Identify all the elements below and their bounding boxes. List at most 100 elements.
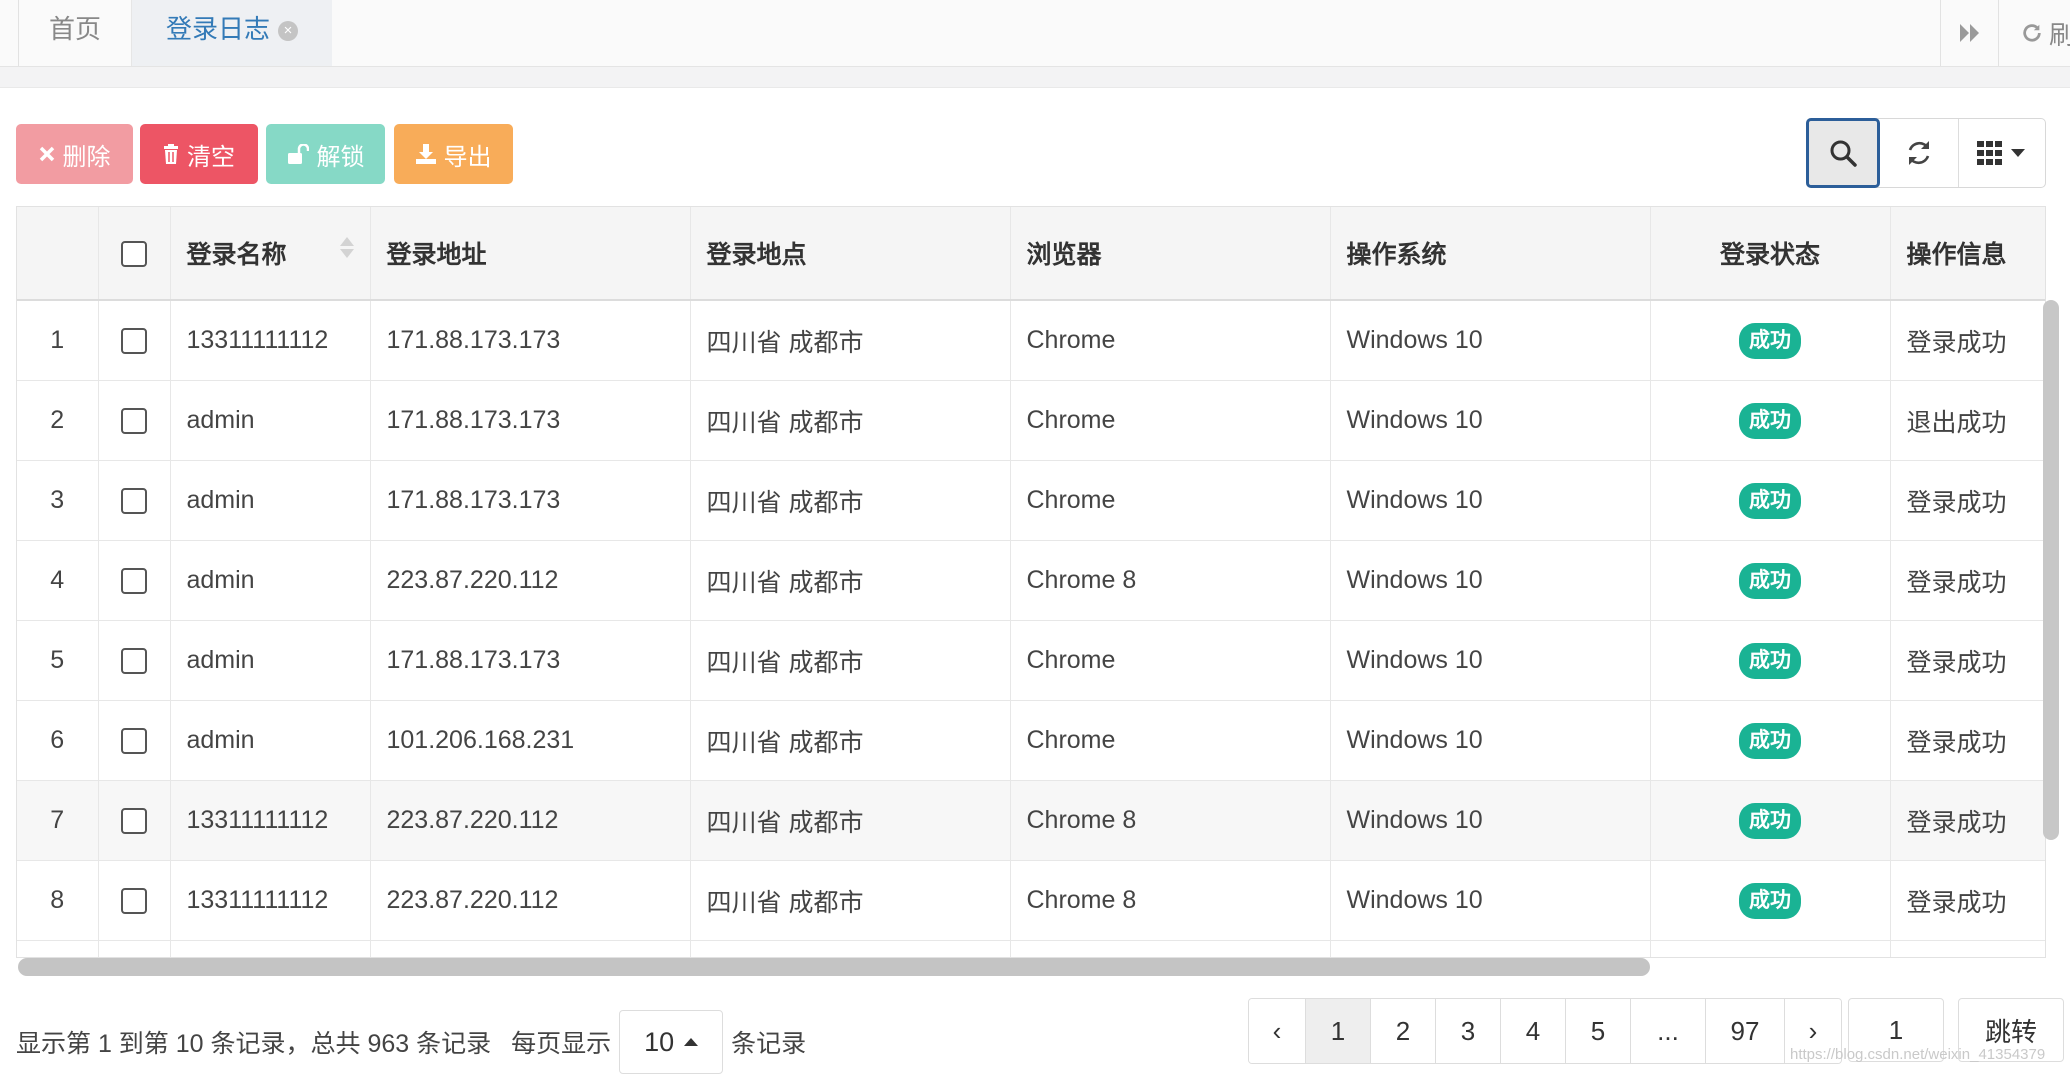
records-summary: 显示第 1 到第 10 条记录，总共 963 条记录 bbox=[16, 1030, 492, 1058]
status-header: 登录状态 bbox=[1650, 207, 1891, 301]
browser-cell: Chrome bbox=[1010, 460, 1331, 541]
tab-login-log[interactable]: 登录日志 × bbox=[132, 0, 332, 66]
location-header: 登录地点 bbox=[690, 207, 1011, 301]
prev-page-button[interactable]: ‹ bbox=[1249, 999, 1306, 1063]
search-toggle-button[interactable] bbox=[1806, 118, 1880, 188]
message-cell: 登录成功 bbox=[1890, 780, 2045, 861]
row-checkbox[interactable] bbox=[121, 808, 147, 835]
status-badge: 成功 bbox=[1739, 482, 1801, 519]
download-icon bbox=[415, 144, 436, 164]
horizontal-scrollbar[interactable] bbox=[18, 958, 1650, 976]
login-name-cell: 13311111112 bbox=[170, 860, 371, 941]
message-cell: 登录成功 bbox=[1890, 860, 2045, 941]
row-checkbox[interactable] bbox=[121, 648, 147, 675]
os-header: 操作系统 bbox=[1330, 207, 1651, 301]
status-cell: 成功 bbox=[1650, 540, 1891, 621]
status-badge: 成功 bbox=[1739, 722, 1801, 759]
message-header: 操作信息 bbox=[1890, 207, 2045, 301]
row-index: 8 bbox=[17, 860, 99, 941]
location-cell: 四川省 成都市 bbox=[690, 460, 1011, 541]
browser-cell: Chrome 8 bbox=[1010, 540, 1331, 621]
row-index: 3 bbox=[17, 460, 99, 541]
browser-cell: Chrome 8 bbox=[1010, 780, 1331, 861]
login-name-cell: admin bbox=[170, 700, 371, 781]
browser-cell: Chrome bbox=[1010, 620, 1331, 701]
tab-home[interactable]: 首页 bbox=[19, 0, 132, 66]
page-1-button[interactable]: 1 bbox=[1306, 999, 1371, 1063]
select-all-checkbox[interactable] bbox=[121, 240, 147, 267]
row-checkbox[interactable] bbox=[121, 408, 147, 435]
unlock-button[interactable]: 解锁 bbox=[266, 124, 385, 184]
login-log-table-container: 登录名称 登录地址 登录地点 浏览器 操作系统 登录状态 操作信息 1 1331… bbox=[16, 206, 2046, 958]
os-cell: Windows 10 bbox=[1330, 860, 1651, 941]
refresh-table-button[interactable] bbox=[1880, 119, 1959, 187]
status-badge: 成功 bbox=[1739, 882, 1801, 919]
row-index: 4 bbox=[17, 540, 99, 621]
delete-button[interactable]: 删除 bbox=[16, 124, 133, 184]
status-badge: 成功 bbox=[1739, 562, 1801, 599]
login-name-header[interactable]: 登录名称 bbox=[170, 207, 371, 301]
unlock-icon bbox=[287, 144, 309, 164]
os-cell: Windows 10 bbox=[1330, 300, 1651, 381]
login-name-cell: admin bbox=[170, 380, 371, 461]
page-2-button[interactable]: 2 bbox=[1371, 999, 1436, 1063]
location-cell: 四川省 成都市 bbox=[690, 540, 1011, 621]
row-checkbox[interactable] bbox=[121, 328, 147, 355]
table-row[interactable]: 7 13311111112 223.87.220.112 四川省 成都市 Chr… bbox=[17, 780, 2045, 861]
per-page-label: 每页显示 bbox=[511, 1030, 612, 1058]
tab-scroll-forward-button[interactable] bbox=[1940, 0, 1999, 66]
login-log-table: 登录名称 登录地址 登录地点 浏览器 操作系统 登录状态 操作信息 1 1331… bbox=[17, 207, 2045, 957]
row-select-cell bbox=[98, 620, 171, 701]
tab-bar: 首页 登录日志 × 刷 bbox=[0, 0, 2070, 67]
page-5-button[interactable]: 5 bbox=[1566, 999, 1631, 1063]
table-row[interactable]: 8 13311111112 223.87.220.112 四川省 成都市 Chr… bbox=[17, 860, 2045, 941]
os-cell: Windows 10 bbox=[1330, 380, 1651, 461]
row-select-cell bbox=[98, 860, 171, 941]
tab-refresh-button[interactable]: 刷 bbox=[1998, 0, 2070, 66]
status-badge: 成功 bbox=[1739, 402, 1801, 439]
row-index: 5 bbox=[17, 620, 99, 701]
table-row[interactable]: 1 13311111112 171.88.173.173 四川省 成都市 Chr… bbox=[17, 300, 2045, 381]
row-checkbox[interactable] bbox=[121, 728, 147, 755]
trash-icon bbox=[164, 144, 178, 164]
times-icon bbox=[39, 146, 54, 162]
table-row[interactable]: 5 admin 171.88.173.173 四川省 成都市 Chrome Wi… bbox=[17, 620, 2045, 701]
page-97-button[interactable]: 97 bbox=[1706, 999, 1785, 1063]
ip-cell: 171.88.173.173 bbox=[370, 380, 691, 461]
tab-refresh-label: 刷 bbox=[2049, 19, 2070, 50]
login-name-cell: 13311111112 bbox=[170, 780, 371, 861]
close-icon[interactable]: × bbox=[278, 21, 298, 41]
clear-button-label: 清空 bbox=[187, 143, 235, 171]
row-select-cell bbox=[98, 300, 171, 381]
table-row[interactable]: 3 admin 171.88.173.173 四川省 成都市 Chrome Wi… bbox=[17, 460, 2045, 541]
ip-cell: 171.88.173.173 bbox=[370, 460, 691, 541]
table-row[interactable]: 2 admin 171.88.173.173 四川省 成都市 Chrome Wi… bbox=[17, 380, 2045, 461]
page-3-button[interactable]: 3 bbox=[1436, 999, 1501, 1063]
row-checkbox[interactable] bbox=[121, 888, 147, 915]
table-row[interactable]: 6 admin 101.206.168.231 四川省 成都市 Chrome W… bbox=[17, 700, 2045, 781]
table-row[interactable]: 4 admin 223.87.220.112 四川省 成都市 Chrome 8 … bbox=[17, 540, 2045, 621]
delete-button-label: 删除 bbox=[62, 143, 111, 171]
row-checkbox[interactable] bbox=[121, 488, 147, 515]
sort-icon bbox=[339, 237, 354, 258]
clear-button[interactable]: 清空 bbox=[140, 124, 258, 184]
location-cell: 四川省 成都市 bbox=[690, 860, 1011, 941]
status-cell: 成功 bbox=[1650, 300, 1891, 381]
export-button[interactable]: 导出 bbox=[394, 124, 513, 184]
unlock-button-label: 解锁 bbox=[316, 143, 365, 171]
os-cell: Windows 10 bbox=[1330, 540, 1651, 621]
location-cell: 四川省 成都市 bbox=[690, 380, 1011, 461]
message-cell: 退出成功 bbox=[1890, 380, 2045, 461]
row-checkbox[interactable] bbox=[121, 568, 147, 595]
location-cell: 四川省 成都市 bbox=[690, 300, 1011, 381]
login-name-cell: 13311111112 bbox=[170, 300, 371, 381]
os-cell: Windows 10 bbox=[1330, 780, 1651, 861]
columns-toggle-button[interactable] bbox=[1959, 119, 2043, 187]
vertical-scrollbar[interactable] bbox=[2043, 300, 2059, 840]
status-cell: 成功 bbox=[1650, 620, 1891, 701]
row-select-cell bbox=[98, 460, 171, 541]
page-size-dropdown[interactable]: 10 bbox=[619, 1010, 724, 1074]
select-all-header bbox=[98, 207, 171, 301]
table-row-partial[interactable] bbox=[17, 940, 2045, 957]
page-4-button[interactable]: 4 bbox=[1501, 999, 1566, 1063]
